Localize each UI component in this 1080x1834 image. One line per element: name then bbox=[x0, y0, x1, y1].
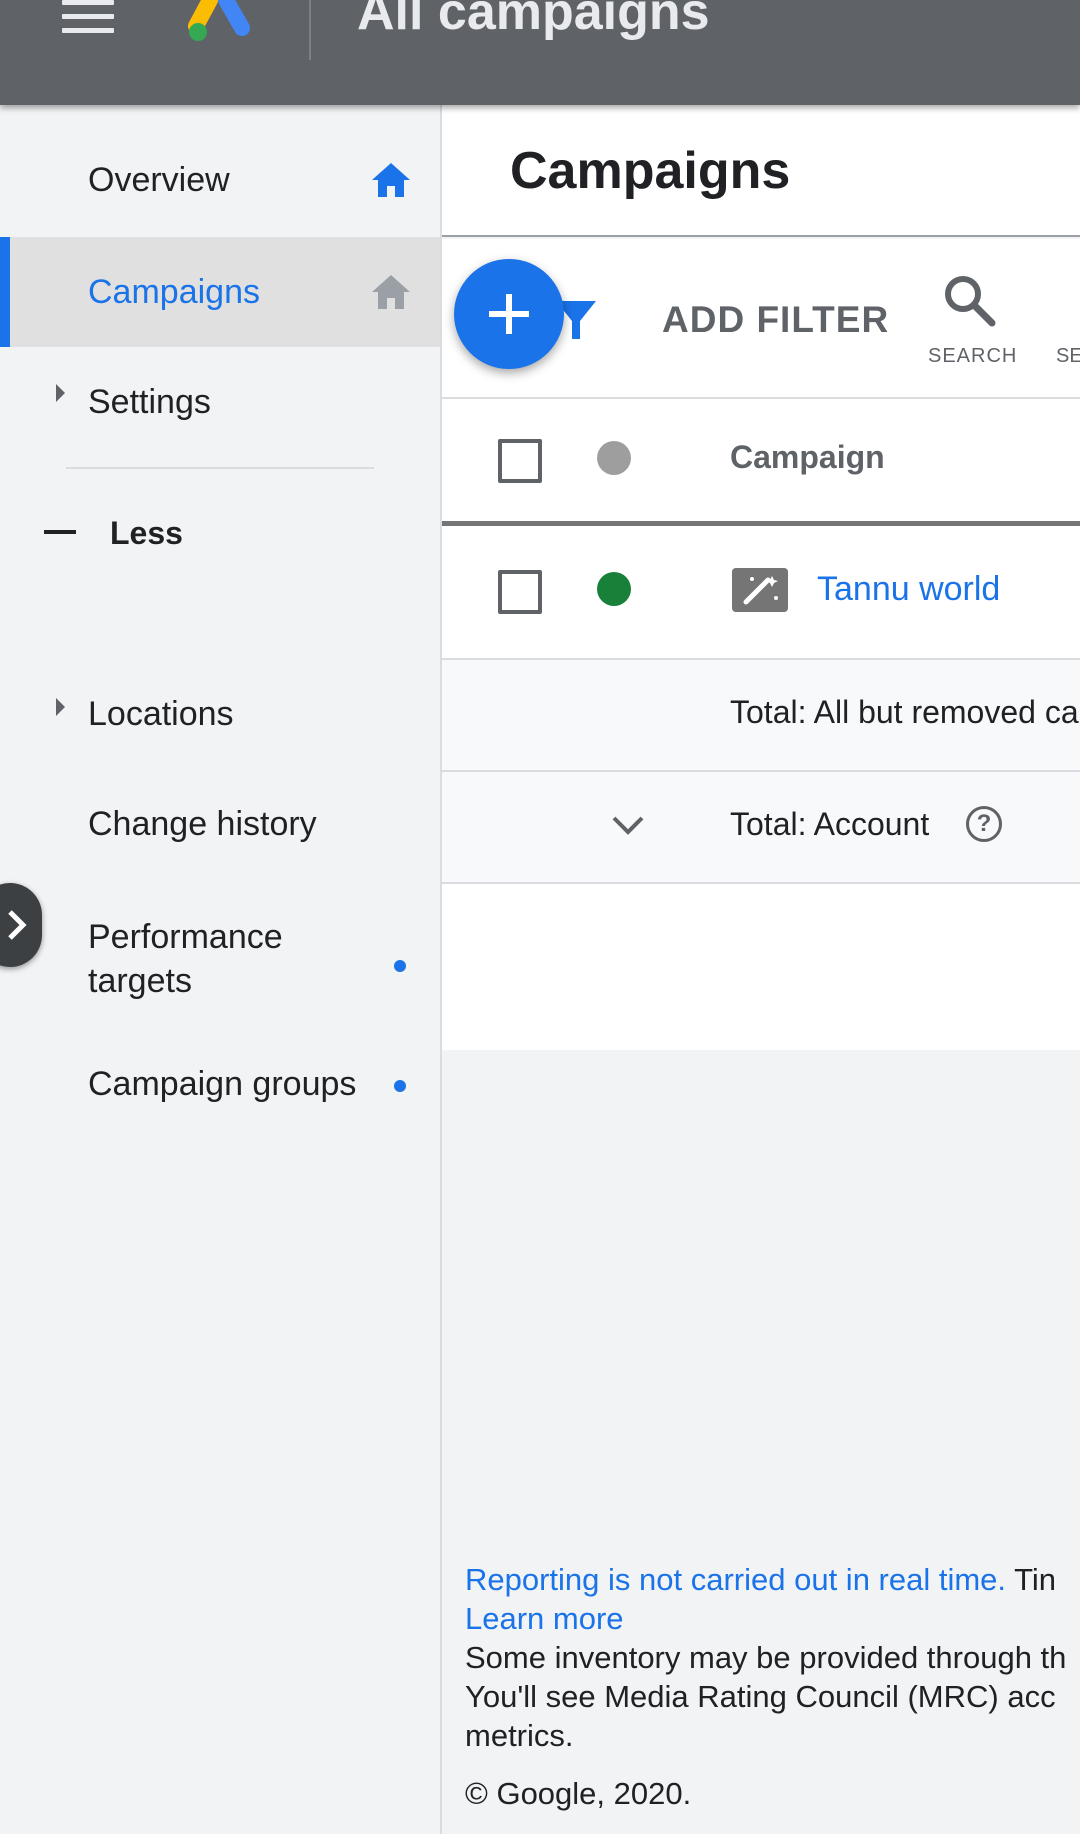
total-row-account: Total: Account ? bbox=[442, 772, 1080, 884]
appbar-divider bbox=[309, 0, 311, 60]
search-label[interactable]: SEARCH bbox=[928, 345, 1017, 368]
chevron-down-icon[interactable] bbox=[610, 808, 646, 844]
sidebar-item-label: Overview bbox=[88, 161, 230, 199]
status-header-dot[interactable] bbox=[597, 441, 631, 475]
sidebar-item-label: Locations bbox=[88, 695, 234, 733]
new-indicator-dot bbox=[394, 1080, 406, 1092]
row-checkbox[interactable] bbox=[498, 570, 542, 614]
sidebar-item-less[interactable]: Less bbox=[0, 485, 440, 585]
page-title: All campaigns bbox=[357, 0, 710, 41]
footer-line: Some inventory may be provided through t… bbox=[465, 1640, 1067, 1675]
sidebar-item-performance-targets[interactable]: Performance targets bbox=[0, 915, 440, 1035]
copyright: © Google, 2020. bbox=[465, 1776, 692, 1811]
add-campaign-fab[interactable] bbox=[454, 259, 564, 369]
reporting-continuation: Tin bbox=[1014, 1562, 1057, 1597]
add-filter-button[interactable]: ADD FILTER bbox=[662, 299, 889, 341]
sidebar-divider bbox=[66, 467, 374, 469]
new-indicator-dot bbox=[394, 960, 406, 972]
table-header-row: Campaign bbox=[442, 399, 1080, 526]
section-heading: Campaigns bbox=[510, 142, 791, 200]
search-icon[interactable] bbox=[942, 273, 996, 327]
sidebar-item-label: Campaign groups bbox=[88, 1065, 357, 1103]
google-ads-logo[interactable] bbox=[188, 0, 252, 44]
sidebar-item-label: Settings bbox=[88, 383, 211, 421]
home-icon bbox=[372, 275, 410, 309]
campaign-name-link[interactable]: Tannu world bbox=[817, 570, 1000, 609]
smart-campaign-icon bbox=[732, 568, 788, 612]
chevron-right-icon bbox=[8, 910, 27, 940]
total-label: Total: Account bbox=[730, 806, 930, 842]
sidebar-item-campaigns[interactable]: Campaigns bbox=[0, 237, 440, 347]
footer-notice: Reporting is not carried out in real tim… bbox=[465, 1560, 1080, 1755]
heading-card: Campaigns bbox=[442, 105, 1080, 237]
active-indicator bbox=[0, 237, 10, 347]
column-header-campaign[interactable]: Campaign bbox=[730, 439, 885, 476]
caret-right-icon bbox=[56, 384, 65, 402]
sidebar-item-label: Campaigns bbox=[88, 273, 260, 311]
total-label: Total: All but removed ca bbox=[730, 694, 1079, 730]
home-icon bbox=[372, 163, 410, 197]
campaign-table: Campaign Tannu world Total: All but remo… bbox=[442, 397, 1080, 1050]
footer-line: You'll see Media Rating Council (MRC) ac… bbox=[465, 1679, 1056, 1714]
hamburger-menu-icon[interactable] bbox=[62, 0, 114, 38]
select-all-checkbox[interactable] bbox=[498, 439, 542, 483]
reporting-link[interactable]: Reporting is not carried out in real tim… bbox=[465, 1562, 1006, 1597]
app-bar: All campaigns bbox=[0, 0, 1080, 105]
caret-right-icon bbox=[56, 698, 65, 716]
sidebar-item-settings[interactable]: Settings bbox=[0, 347, 440, 457]
sidebar-item-overview[interactable]: Overview bbox=[0, 105, 440, 215]
sidebar-item-change-history[interactable]: Change history bbox=[0, 805, 440, 905]
sidebar-item-locations[interactable]: Locations bbox=[0, 695, 440, 795]
sidebar-item-campaign-groups[interactable]: Campaign groups bbox=[0, 1065, 440, 1145]
status-enabled-dot[interactable] bbox=[597, 572, 631, 606]
sidebar-item-label: Change history bbox=[88, 805, 317, 843]
sidebar-item-label: Less bbox=[110, 515, 183, 551]
table-row: Tannu world bbox=[442, 526, 1080, 660]
learn-more-link[interactable]: Learn more bbox=[465, 1601, 624, 1636]
segment-label[interactable]: SE bbox=[1056, 345, 1080, 368]
sidebar-item-label: Performance targets bbox=[88, 918, 283, 1000]
minus-icon bbox=[44, 530, 76, 534]
total-row-removed: Total: All but removed ca bbox=[442, 660, 1080, 772]
sidebar: Overview Campaigns Settings Less Locatio… bbox=[0, 105, 442, 1834]
footer-line: metrics. bbox=[465, 1718, 574, 1753]
help-icon[interactable]: ? bbox=[966, 806, 1002, 842]
